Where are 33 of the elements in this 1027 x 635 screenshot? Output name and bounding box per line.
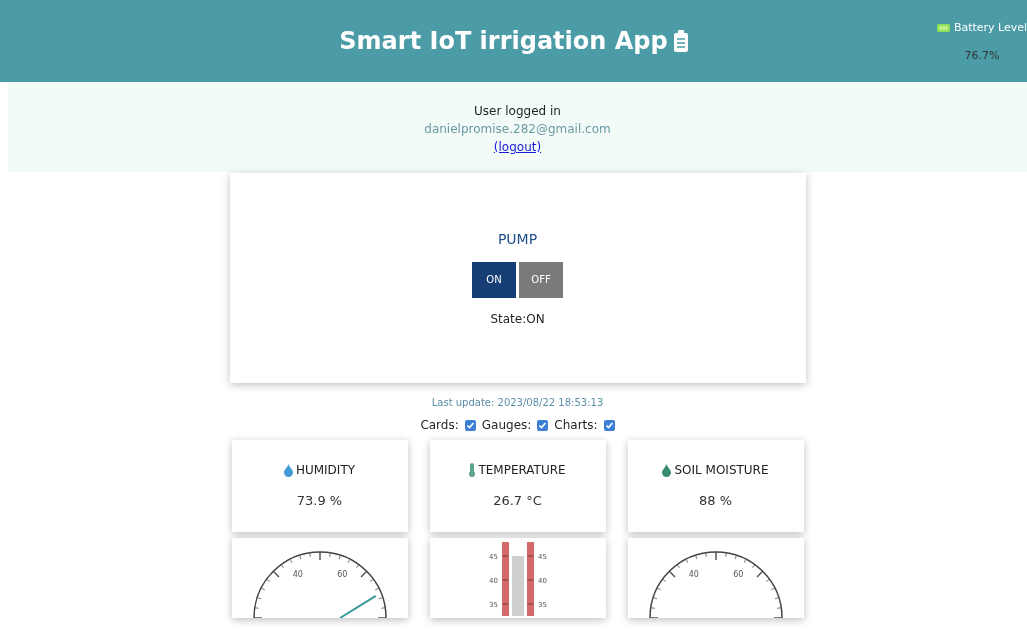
- pump-toggle-button[interactable]: OFF: [519, 261, 563, 298]
- dial-label: 40: [292, 570, 303, 580]
- user-email: danielpromise.282@gmail.com: [424, 121, 611, 138]
- toggle-label: Charts:: [554, 417, 598, 434]
- pump-title: PUMP: [497, 229, 538, 249]
- checkbox[interactable]: [537, 419, 549, 431]
- clipboard-icon: [673, 30, 688, 52]
- checkbox[interactable]: [603, 419, 615, 431]
- dial-label: 60: [732, 570, 743, 580]
- dial-label: 40: [688, 570, 699, 580]
- logout-link[interactable]: (logout): [493, 138, 542, 156]
- pump-state: State:ON: [490, 310, 545, 328]
- user-caption: User logged in: [474, 103, 561, 120]
- dial-label: 60: [336, 570, 347, 580]
- sensor-value: 88 %: [699, 492, 732, 511]
- battery-label: Battery Level: [953, 20, 1027, 36]
- thermometer-icon: [469, 463, 476, 478]
- checkbox[interactable]: [464, 419, 476, 431]
- sensor-title: TEMPERATURE: [478, 462, 566, 480]
- droplet-icon: [662, 463, 672, 477]
- sensor-title: HUMIDITY: [295, 462, 356, 480]
- toggle-label: Gauges:: [481, 417, 532, 434]
- toggle-label: Cards:: [420, 417, 459, 434]
- battery-value: 76.7%: [963, 47, 1001, 64]
- battery-icon: [936, 24, 951, 33]
- sensor-value: 73.9 %: [296, 492, 343, 511]
- pump-toggle-button[interactable]: ON: [472, 261, 516, 298]
- sensor-value: 26.7 °C: [493, 492, 542, 511]
- last-update: Last update: 2023/08/22 18:53:13: [431, 396, 604, 410]
- sensor-title: SOIL MOISTURE: [674, 462, 769, 480]
- droplet-icon: [283, 463, 293, 477]
- temperature-column: [511, 556, 524, 616]
- app-title: Smart IoT irrigation App: [339, 26, 668, 57]
